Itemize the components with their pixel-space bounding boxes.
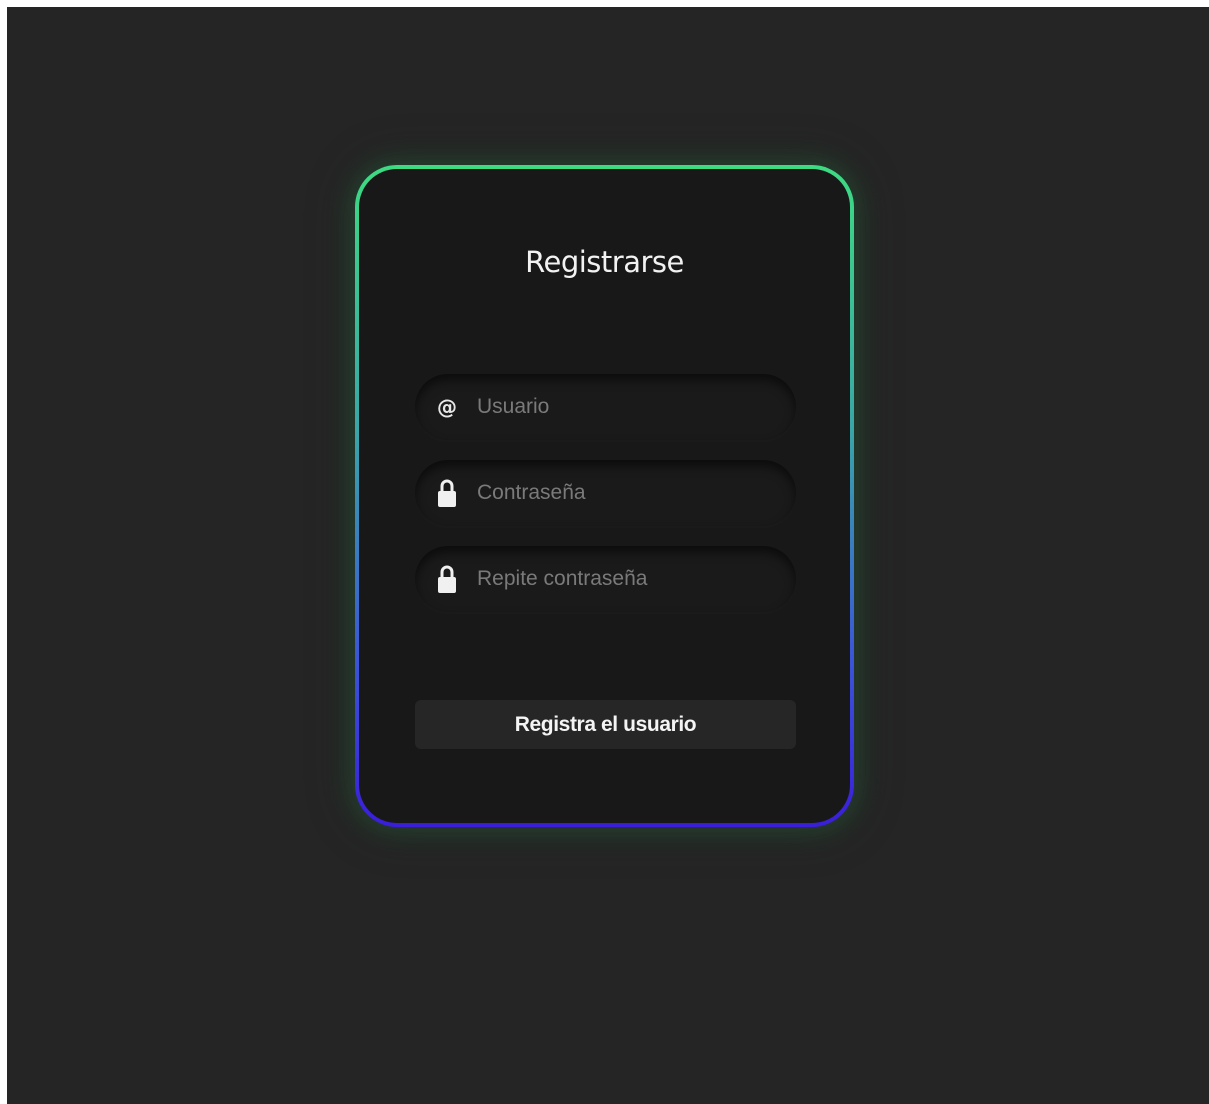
register-card: Registrarse @ Usuario Registra el usuari… <box>359 169 850 823</box>
username-field: @ <box>415 374 796 440</box>
repeat-password-input[interactable] <box>477 546 777 612</box>
page-background: Registrarse @ Usuario Registra el usuari… <box>7 7 1209 1104</box>
form-title: Registrarse <box>525 245 684 279</box>
lock-icon <box>433 460 461 526</box>
password-input[interactable] <box>477 460 777 526</box>
at-icon: @ <box>433 374 461 440</box>
lock-icon <box>433 546 461 612</box>
password-field <box>415 460 796 526</box>
repeat-password-field <box>415 546 796 612</box>
register-card-border: Registrarse @ Usuario Registra el usuari… <box>355 165 854 827</box>
at-symbol: @ <box>437 395 457 419</box>
username-input[interactable] <box>477 374 777 440</box>
register-button[interactable]: Registra el usuario <box>415 700 796 749</box>
